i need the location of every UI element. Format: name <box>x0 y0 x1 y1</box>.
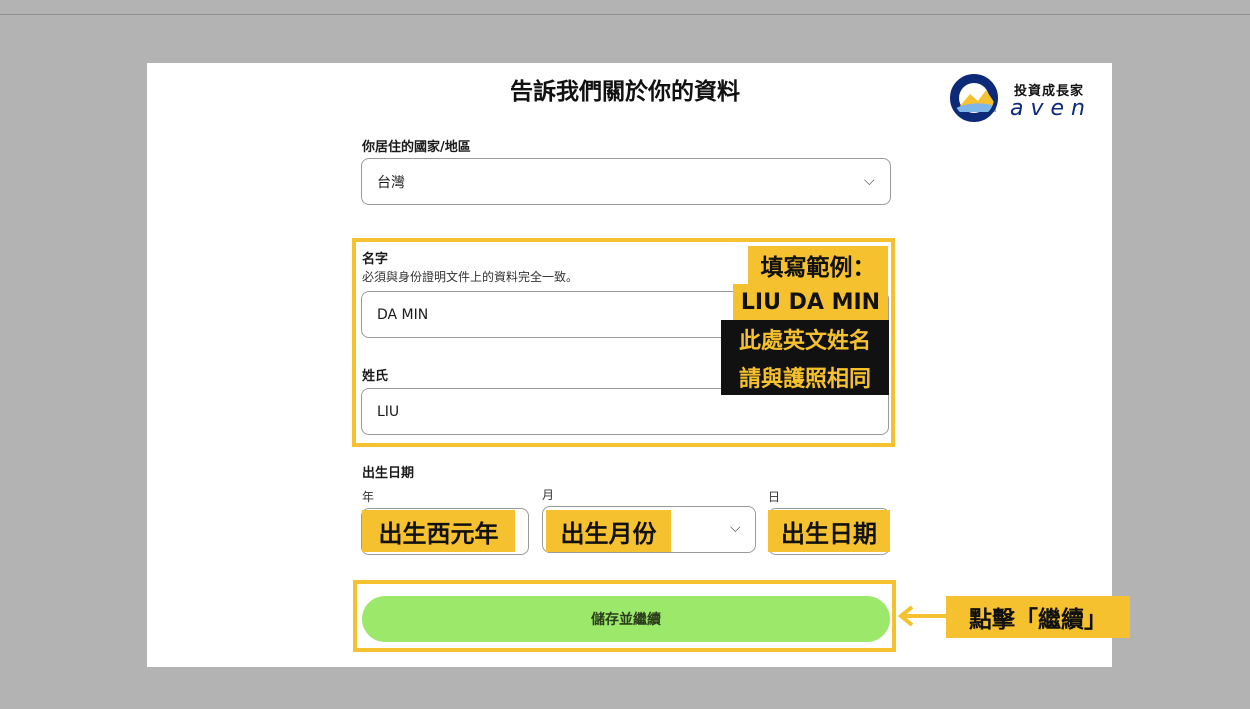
window-top-border <box>0 14 1250 15</box>
example-value-tag: LIU DA MIN <box>733 284 888 320</box>
note-line2-tag: 請與護照相同 <box>721 358 889 395</box>
click-continue-tag: 點擊「繼續」 <box>946 596 1130 638</box>
country-select[interactable]: 台灣 <box>361 158 891 205</box>
first-name-value: DA MIN <box>377 306 429 323</box>
last-name-value: LIU <box>377 403 400 420</box>
dob-day-tag: 出生日期 <box>768 510 890 552</box>
logo-text-bottom: aven <box>1010 96 1092 121</box>
month-chevron-down-icon[interactable]: ⌵ <box>730 520 741 536</box>
first-name-label: 名字 <box>362 252 389 267</box>
dob-month-tag: 出生月份 <box>546 510 671 552</box>
example-title-tag: 填寫範例： <box>748 246 888 284</box>
last-name-input[interactable]: LIU <box>361 388 889 435</box>
country-select-value: 台灣 <box>377 174 405 191</box>
country-label: 你居住的國家/地區 <box>362 140 471 155</box>
save-continue-button[interactable]: 儲存並繼續 <box>362 596 890 642</box>
first-name-hint: 必須與身份證明文件上的資料完全一致。 <box>362 270 579 284</box>
dob-label: 出生日期 <box>362 466 415 481</box>
note-line1-tag: 此處英文姓名 <box>721 320 889 358</box>
last-name-label: 姓氏 <box>362 369 389 384</box>
dob-year-tag: 出生西元年 <box>362 510 515 552</box>
chevron-down-icon[interactable]: ⌵ <box>864 173 875 189</box>
dob-month-label: 月 <box>542 488 555 502</box>
arrow-left-icon <box>897 605 946 627</box>
dob-day-label: 日 <box>768 490 781 504</box>
dob-year-label: 年 <box>362 490 375 504</box>
